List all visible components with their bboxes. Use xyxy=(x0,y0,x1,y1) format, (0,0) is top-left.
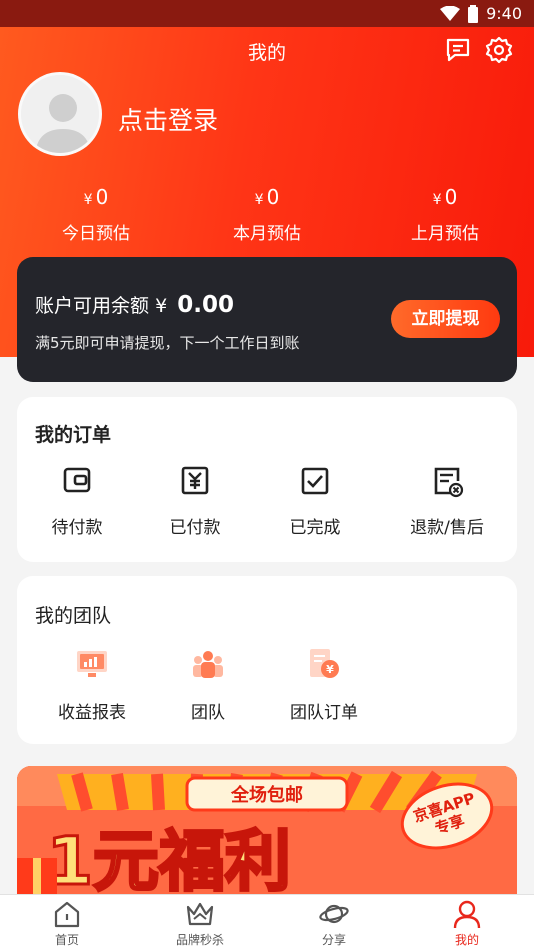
user-icon xyxy=(453,900,481,929)
withdraw-button[interactable]: 立即提现 xyxy=(391,300,500,338)
stat-last-month-label: 上月预估 xyxy=(411,224,479,244)
balance-amount: 0.00 xyxy=(177,292,234,318)
report-chart-icon xyxy=(77,651,107,677)
banner-headline-text: 1元福利 xyxy=(47,823,291,894)
wallet-icon xyxy=(63,467,91,493)
team-earnings-report[interactable]: 收益报表 xyxy=(32,646,152,723)
crown-icon xyxy=(186,902,214,926)
team-earnings-report-label: 收益报表 xyxy=(58,703,126,723)
team-card: 我的团队 收益报表 团队 ¥ 团队订单 xyxy=(17,576,517,744)
svg-text:¥: ¥ xyxy=(326,663,334,676)
order-refund[interactable]: 退款/售后 xyxy=(387,463,507,538)
team-title: 我的团队 xyxy=(35,605,112,627)
refund-icon xyxy=(434,467,464,498)
order-completed[interactable]: 已完成 xyxy=(255,463,375,538)
order-paid-label: 已付款 xyxy=(169,518,221,538)
home-icon xyxy=(54,901,80,928)
tab-mine-label: 我的 xyxy=(454,933,479,947)
tab-flash-sale[interactable]: 品牌秒杀 xyxy=(150,899,250,948)
stat-today-label: 今日预估 xyxy=(62,224,130,244)
gear-icon[interactable] xyxy=(485,36,513,64)
promo-banner-art: 全场包邮 1元福利 京喜APP 专享 xyxy=(17,766,517,894)
tab-share[interactable]: 分享 xyxy=(284,899,384,948)
team-orders[interactable]: ¥ 团队订单 xyxy=(264,646,384,723)
team-members[interactable]: 团队 xyxy=(148,646,268,723)
balance-title: 账户可用余额 ¥ 0.00 xyxy=(35,291,234,318)
order-pending-payment[interactable]: 待付款 xyxy=(17,463,137,538)
battery-icon xyxy=(468,4,479,23)
stat-last-month: ¥0 上月预估 xyxy=(365,185,525,244)
orders-card: 我的订单 待付款 已付款 已完成 退款/售后 xyxy=(17,397,517,562)
tab-share-label: 分享 xyxy=(321,933,346,947)
login-link[interactable]: 点击登录 xyxy=(118,101,218,137)
balance-note: 满5元即可申请提现，下一个工作日到账 xyxy=(35,334,300,352)
stat-this-month-label: 本月预估 xyxy=(233,224,301,244)
banner-tag-text: 全场包邮 xyxy=(230,784,303,806)
orders-title: 我的订单 xyxy=(35,424,112,446)
order-paid[interactable]: 已付款 xyxy=(135,463,255,538)
balance-label: 账户可用余额 xyxy=(35,295,150,317)
balance-currency: ¥ xyxy=(155,295,168,317)
order-refund-label: 退款/售后 xyxy=(410,518,484,538)
check-box-icon xyxy=(301,467,329,495)
tab-mine[interactable]: 我的 xyxy=(417,899,517,948)
stat-this-month-value: 0 xyxy=(266,185,280,209)
wifi-icon xyxy=(440,5,461,21)
tab-home[interactable]: 首页 xyxy=(17,899,117,948)
avatar[interactable] xyxy=(18,72,102,156)
team-orders-label: 团队订单 xyxy=(290,703,358,723)
stat-today-value: 0 xyxy=(95,185,109,209)
team-order-icon: ¥ xyxy=(310,649,339,678)
planet-icon xyxy=(319,904,349,924)
order-completed-label: 已完成 xyxy=(289,518,341,538)
paid-receipt-icon xyxy=(181,466,209,495)
stat-today: ¥0 今日预估 xyxy=(16,185,176,244)
stat-this-month: ¥0 本月预估 xyxy=(187,185,347,244)
status-time: 9:40 xyxy=(486,4,522,23)
team-icon xyxy=(193,651,223,678)
status-bar: 9:40 xyxy=(0,0,534,27)
default-avatar-icon xyxy=(21,75,99,153)
promo-banner[interactable]: 全场包邮 1元福利 京喜APP 专享 xyxy=(17,766,517,894)
balance-card: 账户可用余额 ¥ 0.00 满5元即可申请提现，下一个工作日到账 立即提现 xyxy=(17,257,517,382)
tab-home-label: 首页 xyxy=(54,933,79,947)
message-icon[interactable] xyxy=(444,36,472,64)
bottom-tab-bar: 首页 品牌秒杀 分享 我的 xyxy=(0,894,534,949)
stat-last-month-value: 0 xyxy=(444,185,458,209)
tab-flash-sale-label: 品牌秒杀 xyxy=(175,933,224,947)
order-pending-payment-label: 待付款 xyxy=(51,518,103,538)
team-members-label: 团队 xyxy=(191,703,225,723)
